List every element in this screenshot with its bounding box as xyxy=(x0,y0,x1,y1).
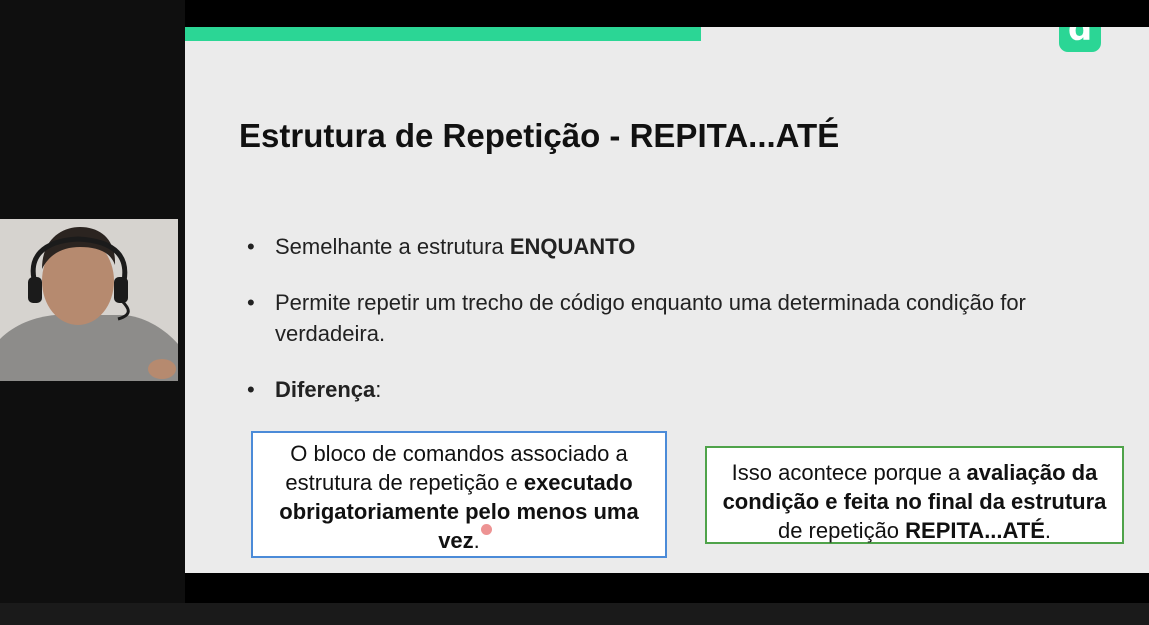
bullet-list: Semelhante a estrutura ENQUANTO Permite … xyxy=(247,231,1107,430)
webcam-feed xyxy=(0,219,178,381)
bullet-item-repeat: Permite repetir um trecho de código enqu… xyxy=(247,287,1107,349)
bullet-1-bold: ENQUANTO xyxy=(509,234,636,259)
bullet-1-text: Semelhante a estrutura xyxy=(275,234,510,259)
mouse-pointer-icon xyxy=(481,524,492,535)
box-blue-text-end: . xyxy=(473,528,480,553)
bullet-2-text: Permite repetir um trecho de código enqu… xyxy=(275,290,1026,346)
slide-title: Estrutura de Repetição - REPITA...ATÉ xyxy=(239,117,840,154)
brand-d-logo: d xyxy=(1059,27,1101,52)
bullet-item-similar: Semelhante a estrutura ENQUANTO xyxy=(247,231,1107,262)
logo-letter: d xyxy=(1067,27,1093,49)
presenter-video-image xyxy=(0,219,178,381)
box-green-text-bold2: REPITA...ATÉ xyxy=(905,518,1045,543)
slide-accent-bar xyxy=(185,27,701,41)
bullet-item-difference: Diferença: xyxy=(247,374,1107,405)
presentation-slide: d Estrutura de Repetição - REPITA...ATÉ … xyxy=(185,27,1149,573)
bottom-strip xyxy=(0,603,1149,625)
box-green-text-start: Isso acontece porque a xyxy=(731,460,967,485)
box-green-text-end: . xyxy=(1044,518,1052,543)
bottom-bar xyxy=(185,573,1149,603)
bullet-3-bold: Diferença xyxy=(275,377,376,402)
info-box-blue: O bloco de comandos associado a estrutur… xyxy=(251,431,667,558)
info-box-green: Isso acontece porque a avaliação da cond… xyxy=(705,446,1124,544)
box-green-text-mid: de repetição xyxy=(777,518,906,543)
bullet-3-text: : xyxy=(375,377,382,402)
